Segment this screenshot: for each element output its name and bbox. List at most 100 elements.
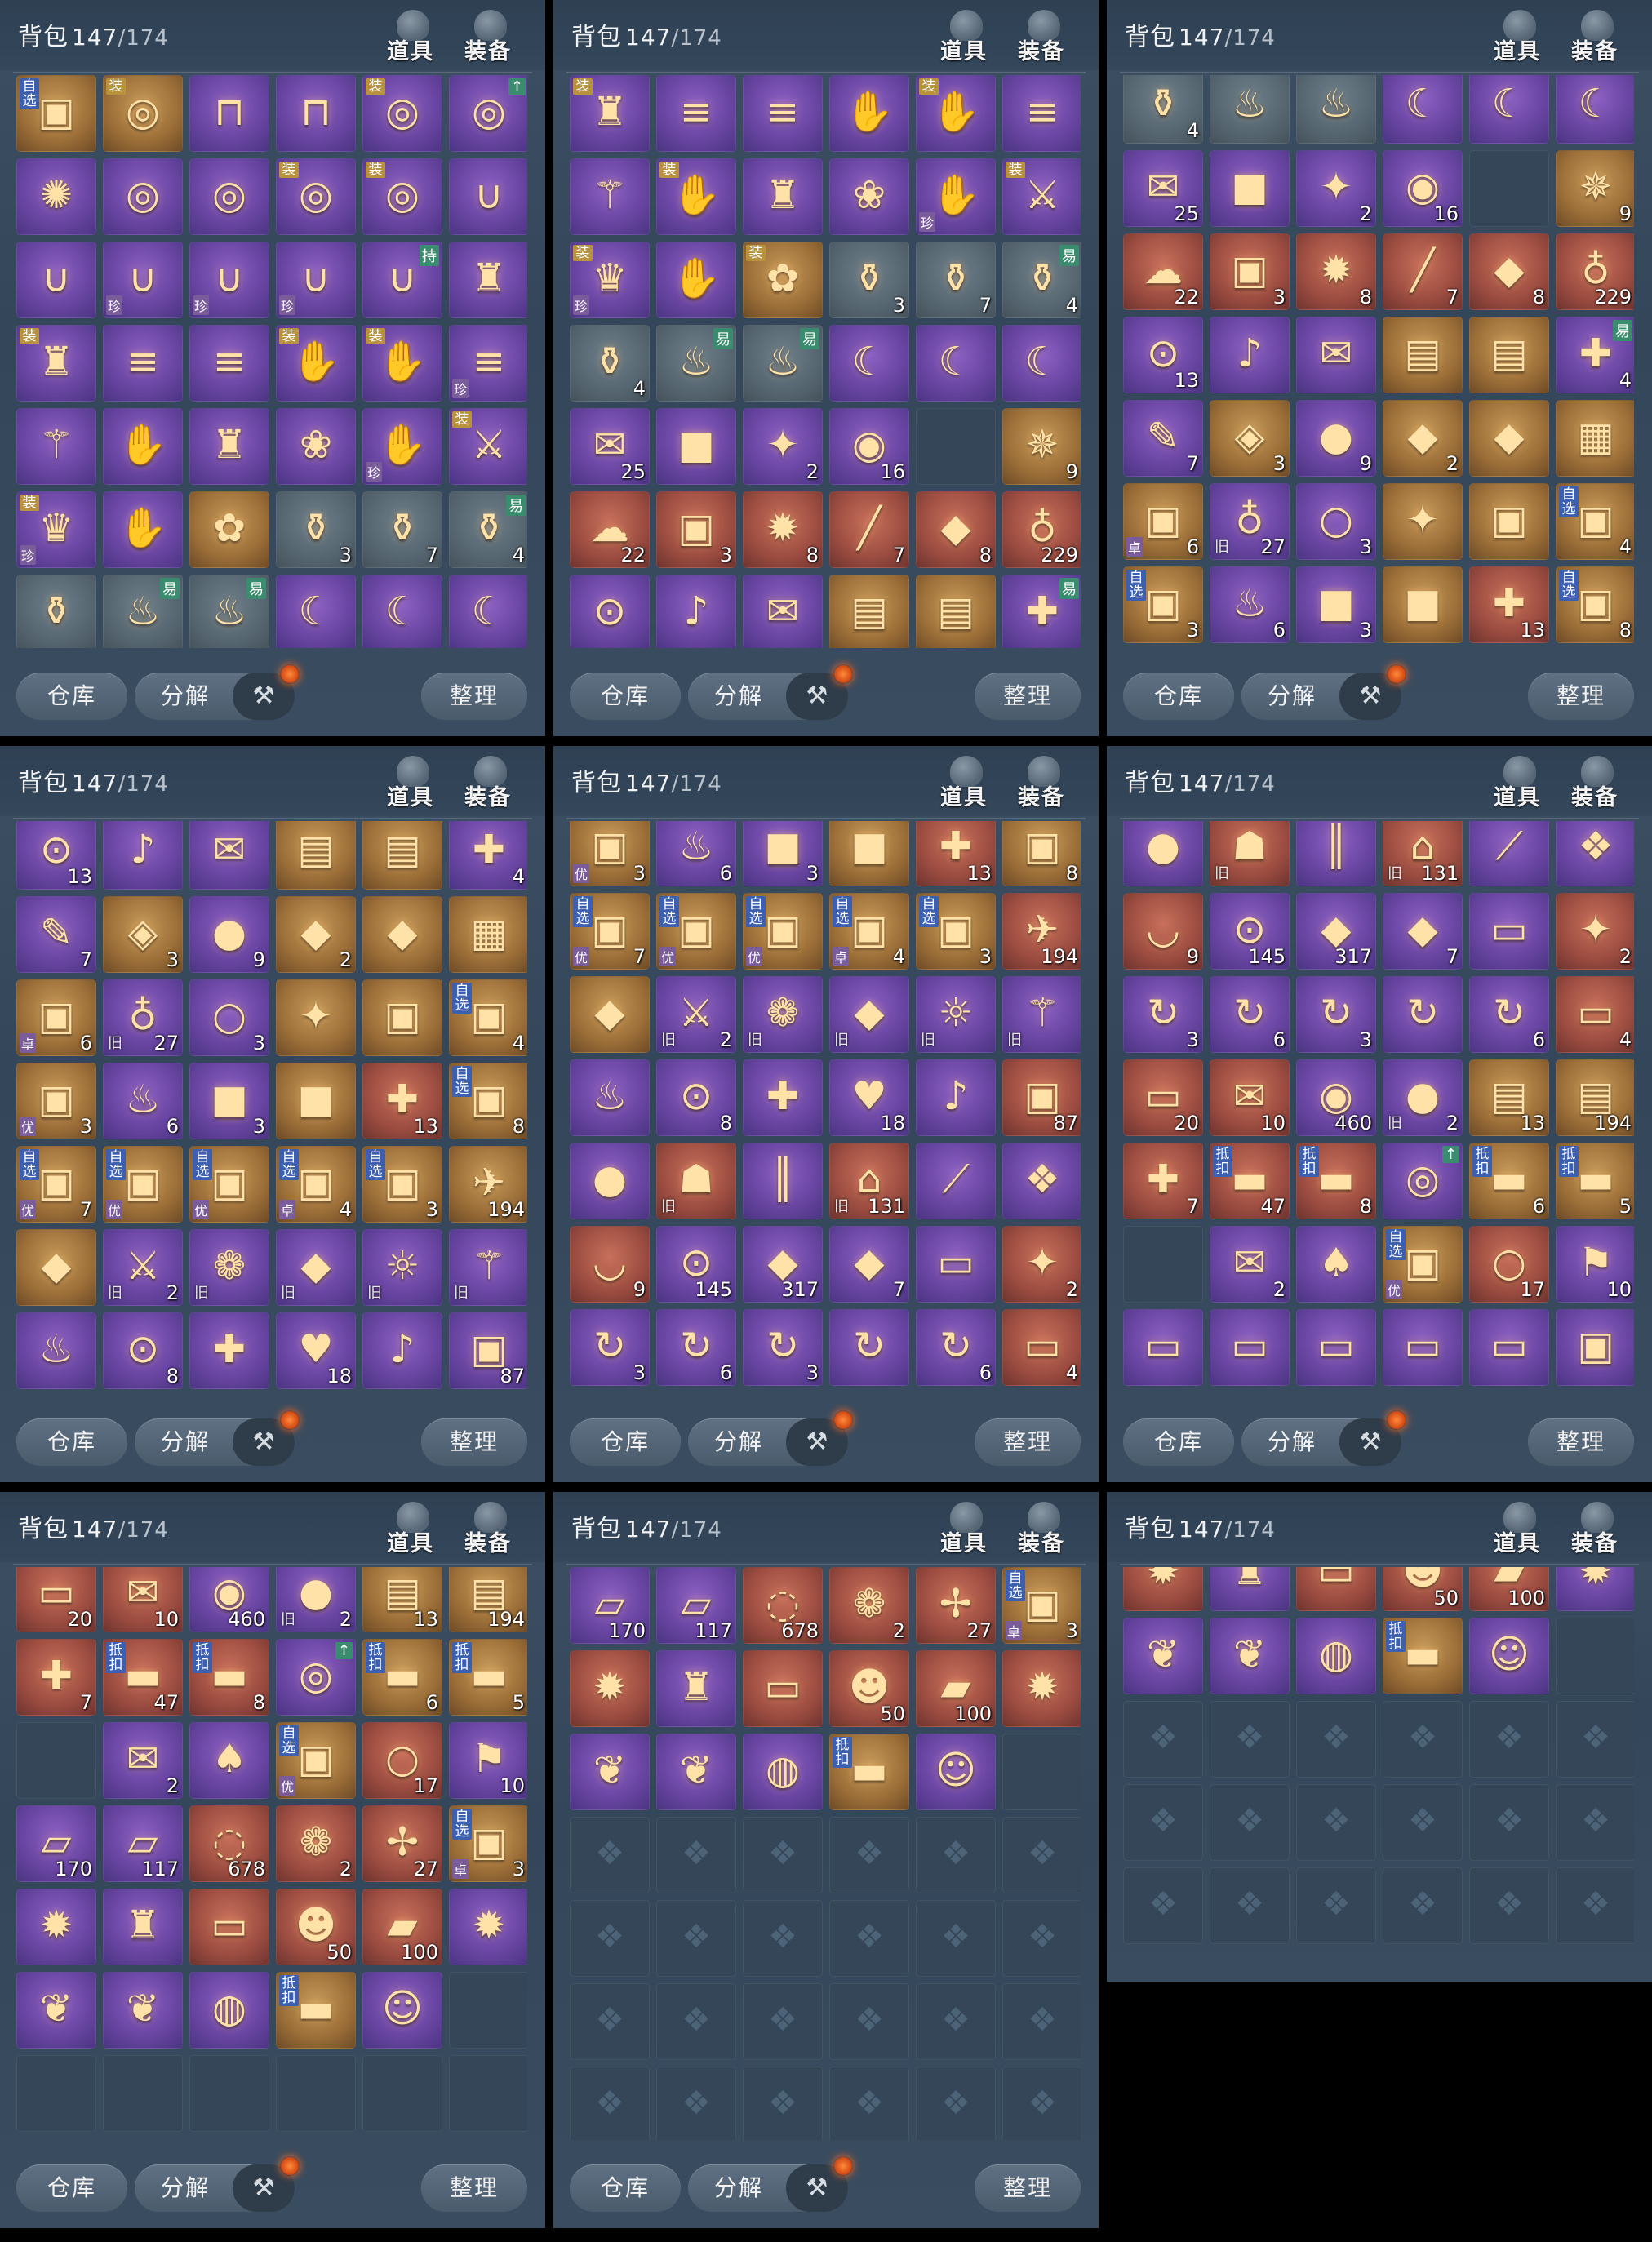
item-slot[interactable]: ✉ 10 (103, 1567, 183, 1632)
item-slot[interactable]: ✉ 10 (1210, 1059, 1290, 1136)
item-slot[interactable]: ♠ (189, 1722, 269, 1799)
item-slot[interactable]: ❖ (1210, 1784, 1290, 1861)
item-slot[interactable]: ◆ (570, 976, 650, 1053)
item-slot[interactable]: ✚ 13 (916, 821, 996, 886)
item-slot[interactable]: ▤ (829, 575, 909, 648)
tab-items[interactable]: 道具 (935, 10, 993, 65)
item-slot[interactable]: ✋ (103, 491, 183, 568)
sort-button[interactable]: 整理 (421, 673, 527, 720)
item-slot[interactable]: ♜ 装 (16, 325, 96, 402)
tab-equip[interactable]: 装备 (460, 1502, 517, 1557)
item-slot[interactable]: ▣ 3 (1210, 233, 1290, 310)
item-slot[interactable]: ⟋ (916, 1143, 996, 1219)
item-slot[interactable]: ♁ 229 (1002, 491, 1081, 568)
item-slot[interactable]: ♜ (189, 408, 269, 485)
item-slot[interactable]: ✦ (1383, 483, 1463, 560)
tab-equip[interactable]: 装备 (460, 756, 517, 811)
item-slot[interactable]: ◆ (16, 1229, 96, 1306)
decompose-button[interactable]: 分解 ⚒ (1241, 664, 1406, 720)
item-slot[interactable]: ◎ 装 (103, 75, 183, 152)
item-slot[interactable]: ✎ 7 (1123, 400, 1203, 477)
item-slot[interactable]: ✋ 装 (916, 75, 996, 152)
item-slot[interactable]: ❖ (1002, 1817, 1081, 1893)
item-slot[interactable]: ⚚ 旧 (1002, 976, 1081, 1053)
item-slot[interactable]: ╱ 7 (1383, 233, 1463, 310)
decompose-button[interactable]: 分解 ⚒ (688, 1410, 853, 1466)
item-slot[interactable]: ▣ 自选优 (656, 893, 736, 970)
item-slot[interactable]: ▤ (1383, 317, 1463, 393)
item-slot[interactable]: ♨ 易 (743, 325, 823, 402)
item-slot[interactable]: ✉ (189, 821, 269, 890)
item-slot[interactable]: ✉ 25 (1123, 150, 1203, 227)
empty-slot[interactable] (449, 2055, 527, 2132)
item-slot[interactable]: ▣ 自选优 (276, 1722, 356, 1799)
warehouse-button[interactable]: 仓库 (1123, 1418, 1234, 1466)
item-slot[interactable]: ✦ 2 (743, 408, 823, 485)
hammer-icon[interactable]: ⚒ (1339, 1410, 1406, 1466)
item-slot[interactable]: ◆ 7 (829, 1226, 909, 1303)
item-slot[interactable]: ▣ 自选 3 (1123, 566, 1203, 643)
hammer-icon[interactable]: ⚒ (786, 2156, 853, 2212)
item-slot[interactable]: ■ (1383, 566, 1463, 643)
item-slot[interactable]: ♨ 6 (103, 1063, 183, 1139)
item-slot[interactable]: ♛ 装珍 (570, 242, 650, 318)
item-slot[interactable]: ◈ 3 (1210, 400, 1290, 477)
item-slot[interactable]: ▣ 自选 3 (362, 1146, 442, 1223)
item-slot[interactable]: ◌ 678 (189, 1805, 269, 1882)
item-slot[interactable]: ○ 3 (189, 979, 269, 1056)
item-slot[interactable]: ♜ 装 (570, 75, 650, 152)
item-slot[interactable]: ❀ (829, 158, 909, 235)
item-slot[interactable]: ♁ 旧 27 (1210, 483, 1290, 560)
item-slot[interactable]: ▣ 自选卓 3 (1002, 1567, 1081, 1644)
item-slot[interactable]: ⊙ 145 (1210, 893, 1290, 970)
item-slot[interactable]: ☗ 旧 (656, 1143, 736, 1219)
item-slot[interactable]: ✉ 25 (570, 408, 650, 485)
item-slot[interactable]: ▭ 4 (1002, 1309, 1081, 1386)
item-slot[interactable]: ❖ (829, 1817, 909, 1893)
item-slot[interactable]: ✿ 装 (743, 242, 823, 318)
item-slot[interactable]: ❖ (1002, 1900, 1081, 1977)
item-slot[interactable]: ▭ (743, 1650, 823, 1727)
item-slot[interactable]: ↻ 6 (1210, 976, 1290, 1053)
item-slot[interactable]: ✺ (16, 158, 96, 235)
item-slot[interactable]: ▬ 抵扣 8 (1296, 1143, 1376, 1219)
item-slot[interactable]: ♨ 6 (656, 821, 736, 886)
tab-equip[interactable]: 装备 (1566, 756, 1623, 811)
sort-button[interactable]: 整理 (421, 2164, 527, 2212)
item-slot[interactable]: ◆ 7 (1383, 893, 1463, 970)
item-slot[interactable]: ❁ 旧 (189, 1229, 269, 1306)
empty-slot[interactable] (1002, 1734, 1081, 1810)
item-slot[interactable]: ◍ (1296, 1618, 1376, 1694)
item-slot[interactable]: ◍ (189, 1972, 269, 2049)
item-slot[interactable]: ☾ (1002, 325, 1081, 402)
item-slot[interactable]: ▬ 抵扣 5 (449, 1639, 527, 1716)
item-slot[interactable]: ● (1123, 821, 1203, 886)
item-slot[interactable]: ⌂ 旧 131 (829, 1143, 909, 1219)
item-slot[interactable]: ◆ 旧 (276, 1229, 356, 1306)
item-slot[interactable]: ▭ 20 (1123, 1059, 1203, 1136)
item-slot[interactable]: ◆ 8 (916, 491, 996, 568)
item-slot[interactable]: ⊙ 13 (1123, 317, 1203, 393)
item-slot[interactable]: ▭ 20 (16, 1567, 96, 1632)
item-slot[interactable]: ♪ (916, 1059, 996, 1136)
item-slot[interactable]: ⊙ 13 (16, 821, 96, 890)
item-slot[interactable]: ✚ 13 (362, 1063, 442, 1139)
item-slot[interactable]: ▭ (1469, 893, 1549, 970)
item-slot[interactable]: ✦ (276, 979, 356, 1056)
sort-button[interactable]: 整理 (975, 673, 1081, 720)
item-slot[interactable]: ↻ 6 (656, 1309, 736, 1386)
item-slot[interactable]: ❖ (743, 1983, 823, 2060)
item-slot[interactable]: ✈ 194 (1002, 893, 1081, 970)
item-slot[interactable]: ● 旧 2 (1383, 1059, 1463, 1136)
tab-items[interactable]: 道具 (382, 756, 439, 811)
item-slot[interactable]: ◎ ↑ (276, 1639, 356, 1716)
item-slot[interactable]: ⟋ (1469, 821, 1549, 886)
item-slot[interactable]: ✉ 2 (1210, 1226, 1290, 1303)
item-slot[interactable]: ◆ 2 (1383, 400, 1463, 477)
item-slot[interactable]: ✹ (1123, 1567, 1203, 1611)
item-slot[interactable]: ☺ (916, 1734, 996, 1810)
empty-slot[interactable] (1556, 1618, 1634, 1694)
item-slot[interactable]: ◆ 317 (743, 1226, 823, 1303)
item-slot[interactable]: ▣ 自选优 (743, 893, 823, 970)
item-slot[interactable]: ✋ (829, 75, 909, 152)
